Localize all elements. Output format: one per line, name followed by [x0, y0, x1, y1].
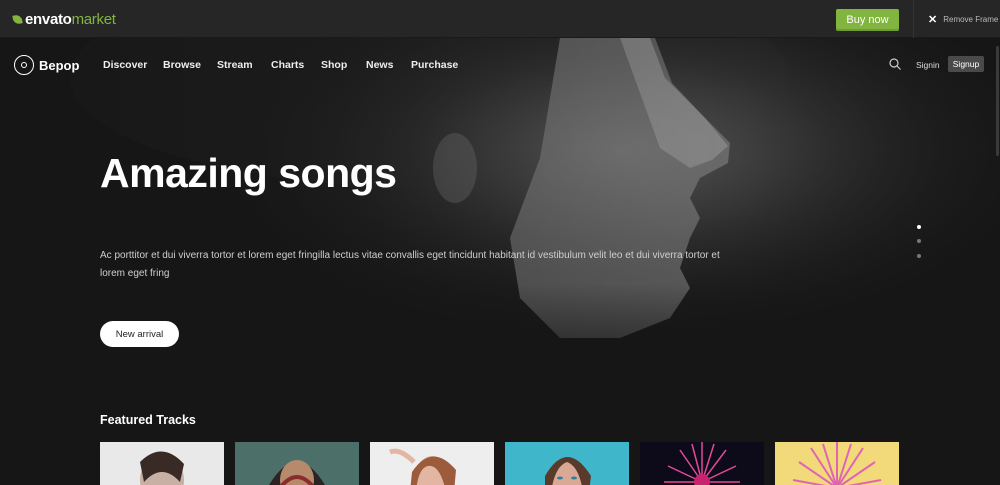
scrollbar-thumb[interactable]: [996, 46, 999, 156]
nav-item-stream[interactable]: Stream: [217, 59, 253, 71]
track-cover-image: [505, 442, 629, 485]
remove-frame-button[interactable]: ✕ Remove Frame: [913, 0, 1000, 38]
hero-section: Bepop Discover Browse Stream Charts Shop…: [0, 38, 1000, 485]
signin-link[interactable]: Signin: [916, 60, 940, 70]
track-cover-image: [370, 442, 494, 485]
buy-now-button[interactable]: Buy now: [836, 9, 899, 31]
track-card[interactable]: [235, 442, 359, 485]
nav-item-purchase[interactable]: Purchase: [411, 59, 458, 71]
brand-name: Bepop: [39, 57, 80, 73]
nav-item-browse[interactable]: Browse: [163, 59, 201, 71]
new-arrival-button[interactable]: New arrival: [100, 321, 179, 347]
track-card[interactable]: [100, 442, 224, 485]
track-card[interactable]: [505, 442, 629, 485]
nav-item-discover[interactable]: Discover: [103, 59, 147, 71]
remove-frame-label: Remove Frame: [943, 14, 999, 24]
envato-logo-market: market: [71, 11, 116, 28]
slider-dot-1[interactable]: [917, 225, 921, 229]
slider-dot-2[interactable]: [917, 239, 921, 243]
nav-item-charts[interactable]: Charts: [271, 59, 304, 71]
envato-logo[interactable]: envato market: [12, 11, 116, 28]
track-card[interactable]: [640, 442, 764, 485]
featured-tracks-title: Featured Tracks: [100, 413, 196, 427]
envato-leaf-icon: [12, 14, 23, 25]
track-card[interactable]: [775, 442, 899, 485]
track-cover-image: [775, 442, 899, 485]
hero-description: Ac porttitor et dui viverra tortor et lo…: [100, 250, 720, 279]
hero-title: Amazing songs: [100, 150, 397, 196]
close-icon: ✕: [928, 13, 938, 26]
nav-item-shop[interactable]: Shop: [321, 59, 347, 71]
track-cover-image: [100, 442, 224, 485]
slider-dot-3[interactable]: [917, 254, 921, 258]
track-cover-image: [235, 442, 359, 485]
signup-button[interactable]: Signup: [948, 56, 984, 72]
search-icon[interactable]: [889, 58, 901, 70]
envato-frame-bar: envato market Buy now ✕ Remove Frame: [0, 0, 1000, 38]
vinyl-icon: [14, 55, 34, 75]
track-card[interactable]: [370, 442, 494, 485]
track-cover-image: [640, 442, 764, 485]
brand-logo[interactable]: Bepop: [14, 55, 79, 75]
envato-logo-word: envato: [25, 11, 72, 28]
nav-item-news[interactable]: News: [366, 59, 393, 71]
